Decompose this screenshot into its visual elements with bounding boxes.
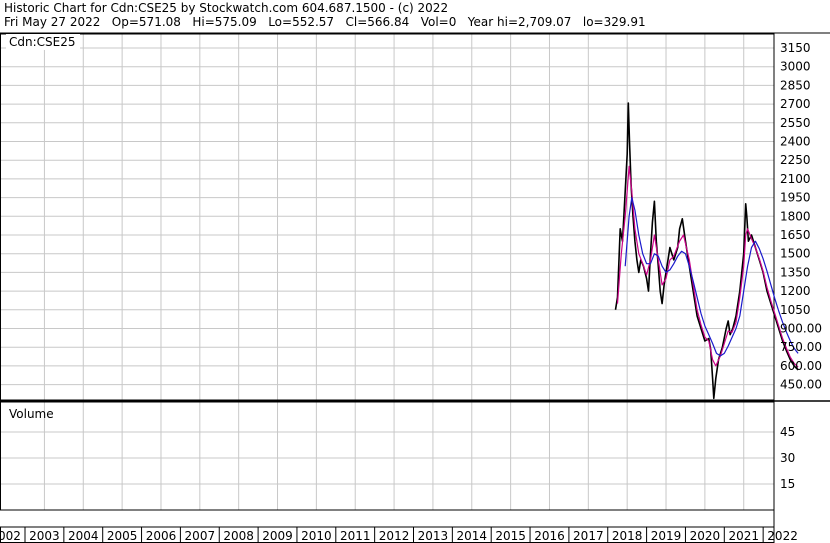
y-tick-label: 2850 (780, 78, 811, 92)
price-panel-frame (0, 33, 775, 401)
y-tick-label: 1650 (780, 228, 811, 242)
x-tick-label: 2013 (418, 529, 449, 543)
x-tick-label: 2018 (612, 529, 643, 543)
volume-panel-frame (0, 401, 775, 511)
y-tick-label: 2550 (780, 116, 811, 130)
x-tick-label: 2015 (495, 529, 526, 543)
y-tick-label: 1500 (780, 247, 811, 261)
volume-panel-title: Volume (9, 407, 54, 421)
y-tick-label: 750.00 (780, 340, 822, 354)
x-tick-label: 2005 (107, 529, 138, 543)
y-tick-label: 1950 (780, 191, 811, 205)
x-tick-label: 2007 (185, 529, 216, 543)
x-tick-label: 2008 (223, 529, 254, 543)
x-tick-label: 2009 (262, 529, 293, 543)
y-tick-label: 1200 (780, 284, 811, 298)
price-series (614, 102, 799, 400)
volume-y-tick-label: 30 (780, 451, 795, 465)
y-tick-label: 3000 (780, 60, 811, 74)
y-tick-label: 900.00 (780, 322, 822, 336)
short-average-line (616, 165, 799, 368)
y-tick-label: 2700 (780, 97, 811, 111)
y-tick-label: 600.00 (780, 359, 822, 373)
gridlines (0, 34, 774, 510)
price-panel-title: Cdn:CSE25 (9, 35, 76, 49)
y-tick-label: 2400 (780, 135, 811, 149)
y-tick-label: 3150 (780, 41, 811, 55)
x-tick-label: 2021 (728, 529, 759, 543)
y-tick-label: 450.00 (780, 378, 822, 392)
x-tick-label: 2017 (573, 529, 604, 543)
volume-y-tick-label: 15 (780, 477, 795, 491)
x-tick-label: 2022 (767, 529, 798, 543)
x-tick-label: 2003 (29, 529, 60, 543)
volume-y-tick-label: 45 (780, 425, 795, 439)
y-tick-label: 2250 (780, 153, 811, 167)
y-tick-label: 1050 (780, 303, 811, 317)
x-tick-label: 2014 (457, 529, 488, 543)
y-tick-label: 2100 (780, 172, 811, 186)
stock-chart: 3150 3000 2850 2700 2550 2400 2250 2100 1950 1800… (0, 32, 830, 543)
x-tick-label: 2002 (0, 529, 21, 543)
x-tick-label: 2004 (68, 529, 99, 543)
long-average-line (624, 197, 799, 357)
x-tick-label: 2010 (301, 529, 332, 543)
axis-ticks: 3150 3000 2850 2700 2550 2400 2250 2100 1950 1800… (0, 41, 822, 543)
panel-frames (0, 32, 830, 543)
x-tick-label: 2012 (379, 529, 410, 543)
x-tick-label: 2016 (534, 529, 565, 543)
price-line (614, 102, 799, 400)
x-tick-label: 2011 (340, 529, 371, 543)
y-tick-label: 1350 (780, 265, 811, 279)
x-tick-label: 2020 (690, 529, 721, 543)
x-tick-label: 2006 (146, 529, 177, 543)
x-tick-label: 2019 (651, 529, 682, 543)
y-tick-label: 1800 (780, 209, 811, 223)
